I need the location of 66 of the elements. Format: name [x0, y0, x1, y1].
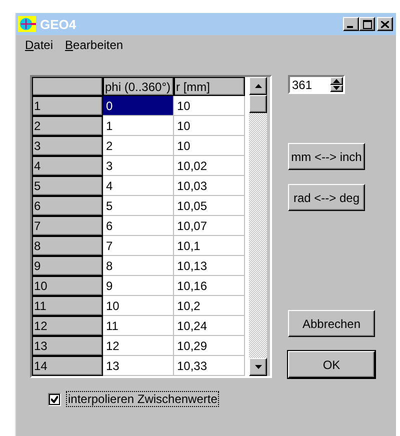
- ok-button[interactable]: OK: [288, 351, 375, 378]
- table-cell[interactable]: 2: [103, 136, 174, 156]
- row-header[interactable]: 14: [32, 356, 103, 376]
- table-cell[interactable]: 10: [174, 136, 245, 156]
- table-cell[interactable]: 10,16: [174, 276, 245, 296]
- row-header[interactable]: 7: [32, 216, 103, 236]
- maximize-icon: [362, 20, 372, 28]
- row-header[interactable]: 3: [32, 136, 103, 156]
- table-cell[interactable]: 0: [103, 96, 174, 116]
- minimize-button[interactable]: [343, 17, 359, 31]
- scroll-thumb[interactable]: [249, 95, 267, 113]
- table-cell[interactable]: 10,05: [174, 196, 245, 216]
- number-spinner[interactable]: 361: [288, 75, 345, 94]
- row-header[interactable]: 5: [32, 176, 103, 196]
- table-cell[interactable]: 9: [103, 276, 174, 296]
- table-cell[interactable]: 7: [103, 236, 174, 256]
- row-header[interactable]: 4: [32, 156, 103, 176]
- table-cell[interactable]: 4: [103, 176, 174, 196]
- maximize-button[interactable]: [359, 17, 375, 31]
- row-header[interactable]: 2: [32, 116, 103, 136]
- action-button[interactable]: mm <--> inch: [288, 143, 365, 170]
- app-icon: [18, 16, 36, 32]
- action-button[interactable]: rad <--> deg: [288, 184, 365, 211]
- table-cell[interactable]: 3: [103, 156, 174, 176]
- table-cell[interactable]: 5: [103, 196, 174, 216]
- table-cell[interactable]: 10,07: [174, 216, 245, 236]
- table-cell[interactable]: 10,29: [174, 336, 245, 356]
- row-header[interactable]: 6: [32, 196, 103, 216]
- checkmark-icon: [51, 396, 58, 402]
- table-cell[interactable]: 1: [103, 116, 174, 136]
- table-cell[interactable]: 10,24: [174, 316, 245, 336]
- table-cell[interactable]: 10: [174, 116, 245, 136]
- table-cell[interactable]: 10: [103, 296, 174, 316]
- table-cell[interactable]: 12: [103, 336, 174, 356]
- table-cell[interactable]: 10: [174, 96, 245, 116]
- scroll-up-button[interactable]: [249, 77, 267, 95]
- checkbox[interactable]: [48, 392, 61, 406]
- action-button[interactable]: Abbrechen: [288, 310, 375, 337]
- row-header[interactable]: 13: [32, 336, 103, 356]
- checkbox-label[interactable]: interpolieren Zwischenwerte: [67, 392, 218, 406]
- table-cell[interactable]: 6: [103, 216, 174, 236]
- row-header[interactable]: 9: [32, 256, 103, 276]
- row-header[interactable]: 12: [32, 316, 103, 336]
- column-header[interactable]: phi (0..360°): [103, 77, 174, 96]
- menu-item[interactable]: Datei: [25, 38, 54, 52]
- row-header[interactable]: 10: [32, 276, 103, 296]
- menu-item[interactable]: Bearbeiten: [65, 38, 124, 52]
- table-cell[interactable]: 10,03: [174, 176, 245, 196]
- table-cell[interactable]: 10,02: [174, 156, 245, 176]
- row-header[interactable]: 1: [32, 96, 103, 116]
- row-header[interactable]: 8: [32, 236, 103, 256]
- down-arrow-icon: [254, 365, 262, 369]
- table-cell[interactable]: 10,2: [174, 296, 245, 316]
- table-cell[interactable]: 13: [103, 356, 174, 376]
- close-button[interactable]: [377, 17, 393, 31]
- table-cell[interactable]: 8: [103, 256, 174, 276]
- window-title: GEO4: [40, 16, 78, 32]
- scroll-down-button[interactable]: [249, 358, 267, 376]
- table-cell[interactable]: 11: [103, 316, 174, 336]
- column-header[interactable]: r [mm]: [174, 77, 245, 96]
- table-cell[interactable]: 10,1: [174, 236, 245, 256]
- table-cell[interactable]: 10,33: [174, 356, 245, 376]
- table-cell[interactable]: 10,13: [174, 256, 245, 276]
- close-icon: [381, 20, 389, 28]
- row-header[interactable]: 11: [32, 296, 103, 316]
- up-arrow-icon: [254, 84, 262, 88]
